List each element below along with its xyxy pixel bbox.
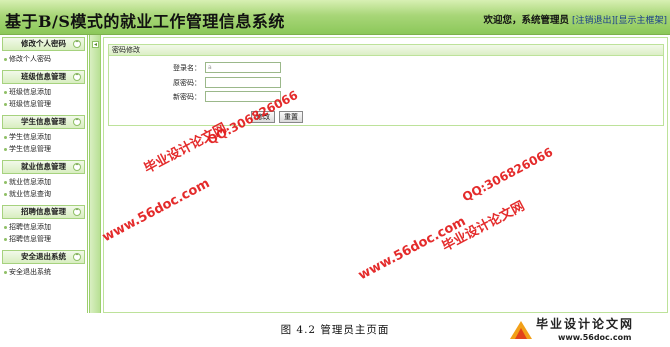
sidebar-link[interactable]: 招聘信息添加 bbox=[2, 221, 85, 233]
sidebar-menu-header[interactable]: 班级信息管理 ⌃ bbox=[2, 70, 85, 84]
sidebar-menu-title: 学生信息管理 bbox=[21, 117, 66, 126]
old-password-row: 原密码： bbox=[149, 77, 281, 88]
sidebar-link[interactable]: 班级信息管理 bbox=[2, 98, 85, 110]
collapse-toggle-icon[interactable]: ⌃ bbox=[73, 163, 81, 171]
collapse-toggle-icon[interactable]: ⌃ bbox=[73, 253, 81, 261]
sidebar-menu-title: 就业信息管理 bbox=[21, 162, 66, 171]
sidebar-menu-header[interactable]: 招聘信息管理 ⌃ bbox=[2, 205, 85, 219]
logout-link[interactable]: [注销退出] bbox=[572, 16, 615, 26]
new-password-label: 新密码： bbox=[173, 92, 201, 101]
sidebar-link[interactable]: 招聘信息管理 bbox=[2, 233, 85, 245]
reset-button[interactable]: 重置 bbox=[279, 111, 303, 123]
sidebar-menu-body: 就业信息添加 就业信息查询 bbox=[2, 174, 85, 203]
collapse-toggle-icon[interactable]: ⌃ bbox=[73, 118, 81, 126]
logo-mark-icon bbox=[510, 321, 532, 339]
sidebar-link[interactable]: 安全退出系统 bbox=[2, 266, 85, 278]
username-field[interactable]: a bbox=[205, 62, 281, 73]
sidebar-splitter[interactable]: ◂ bbox=[89, 35, 101, 313]
sidebar-menu-header[interactable]: 学生信息管理 ⌃ bbox=[2, 115, 85, 129]
collapse-toggle-icon[interactable]: ⌃ bbox=[73, 73, 81, 81]
sidebar-menu-title: 招聘信息管理 bbox=[21, 207, 66, 216]
page: 基于B/S模式的就业工作管理信息系统 欢迎您，系统管理员 [注销退出][显示主框… bbox=[0, 0, 670, 347]
sidebar-menu: 班级信息管理 ⌃ 班级信息添加 班级信息管理 bbox=[2, 70, 85, 113]
logo-name: 毕业设计论文网 bbox=[536, 317, 635, 331]
sidebar-menu: 招聘信息管理 ⌃ 招聘信息添加 招聘信息管理 bbox=[2, 205, 85, 248]
user-bar: 欢迎您，系统管理员 [注销退出][显示主框架] bbox=[484, 12, 667, 26]
sidebar-menu-body: 学生信息添加 学生信息管理 bbox=[2, 129, 85, 158]
main-frame-link[interactable]: [显示主框架] bbox=[615, 16, 667, 26]
app-title: 基于B/S模式的就业工作管理信息系统 bbox=[5, 12, 285, 31]
sidebar-menu-body: 招聘信息添加 招聘信息管理 bbox=[2, 219, 85, 248]
sidebar-menu-header[interactable]: 修改个人密码 ⌃ bbox=[2, 37, 85, 51]
sidebar-menu-header[interactable]: 安全退出系统 ⌃ bbox=[2, 250, 85, 264]
sidebar-link[interactable]: 班级信息添加 bbox=[2, 86, 85, 98]
sidebar-menu-title: 安全退出系统 bbox=[21, 252, 66, 261]
sidebar-menu: 安全退出系统 ⌃ 安全退出系统 bbox=[2, 250, 85, 281]
header-bar: 基于B/S模式的就业工作管理信息系统 欢迎您，系统管理员 [注销退出][显示主框… bbox=[0, 0, 670, 35]
sidebar-menu: 修改个人密码 ⌃ 修改个人密码 bbox=[2, 37, 85, 68]
welcome-text: 欢迎您，系统管理员 bbox=[483, 15, 570, 26]
sidebar-menu-body: 安全退出系统 bbox=[2, 264, 85, 281]
panel-title: 密码修改 bbox=[109, 45, 663, 56]
password-form-panel: 密码修改 登录名： a 原密码： 新密码： 修改 重置 bbox=[108, 44, 664, 126]
sidebar-link[interactable]: 学生信息管理 bbox=[2, 143, 85, 155]
logo-url: www.56doc.com bbox=[558, 333, 632, 342]
new-password-row: 新密码： bbox=[149, 91, 281, 102]
collapse-toggle-icon[interactable]: ⌃ bbox=[73, 208, 81, 216]
main-content: 密码修改 登录名： a 原密码： 新密码： 修改 重置 bbox=[103, 37, 668, 313]
collapse-toggle-icon[interactable]: ⌃ bbox=[73, 40, 81, 48]
sidebar-menu-body: 修改个人密码 bbox=[2, 51, 85, 68]
sidebar-link[interactable]: 修改个人密码 bbox=[2, 53, 85, 65]
sidebar-link[interactable]: 学生信息添加 bbox=[2, 131, 85, 143]
sidebar-menu: 就业信息管理 ⌃ 就业信息添加 就业信息查询 bbox=[2, 160, 85, 203]
site-logo: 毕业设计论文网 www.56doc.com bbox=[506, 313, 666, 347]
sidebar-menu-title: 班级信息管理 bbox=[21, 72, 66, 81]
sidebar-link[interactable]: 就业信息添加 bbox=[2, 176, 85, 188]
sidebar: 修改个人密码 ⌃ 修改个人密码 班级信息管理 ⌃ 班级信息添加 班级信息管理 学生信息管理 ⌃ 学… bbox=[0, 35, 88, 313]
sidebar-menu: 学生信息管理 ⌃ 学生信息添加 学生信息管理 bbox=[2, 115, 85, 158]
username-label: 登录名： bbox=[173, 63, 201, 72]
sidebar-menu-header[interactable]: 就业信息管理 ⌃ bbox=[2, 160, 85, 174]
sidebar-link[interactable]: 就业信息查询 bbox=[2, 188, 85, 200]
old-password-label: 原密码： bbox=[173, 78, 201, 87]
sidebar-menu-body: 班级信息添加 班级信息管理 bbox=[2, 84, 85, 113]
collapse-arrow-icon[interactable]: ◂ bbox=[92, 41, 99, 48]
username-row: 登录名： a bbox=[149, 62, 281, 73]
sidebar-menu-title: 修改个人密码 bbox=[21, 39, 66, 48]
old-password-field[interactable] bbox=[205, 77, 281, 88]
